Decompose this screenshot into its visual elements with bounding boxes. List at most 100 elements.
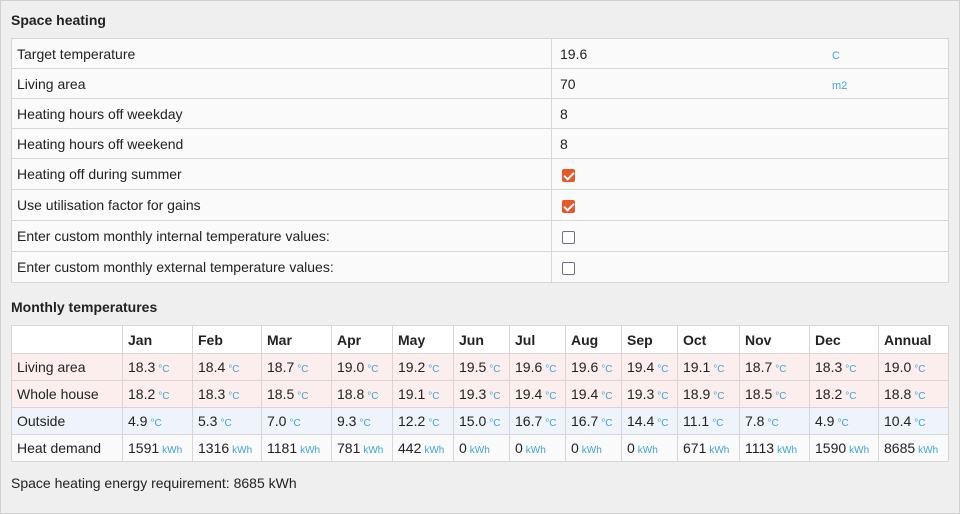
monthly-cell: 18.7 °C	[261, 353, 332, 381]
cell-value: 1591	[128, 440, 160, 456]
cell-value: 19.0	[337, 359, 365, 375]
custom-internal-temp-checkbox[interactable]	[562, 230, 575, 244]
heating-hours-weekend-input[interactable]: 8	[560, 136, 568, 152]
cell-value: 18.7	[745, 359, 773, 375]
monthly-cell: 14.4 °C	[621, 407, 678, 435]
utilisation-factor-checkbox[interactable]	[562, 199, 575, 213]
row-heating-hours-weekend: Heating hours off weekend 8	[11, 128, 949, 159]
living-area-input[interactable]: 70	[560, 76, 576, 92]
cell-value: 5.3	[198, 413, 218, 429]
cell-value: 19.2	[398, 359, 426, 375]
monthly-cell: 4.9 °C	[122, 407, 193, 435]
cell-value: 14.4	[627, 413, 655, 429]
cell-unit: °C	[428, 418, 440, 429]
cell-unit: kWh	[918, 445, 939, 456]
cell-value: 19.3	[627, 386, 655, 402]
cell-value: 7.0	[267, 413, 287, 429]
cell-value: 1316	[198, 440, 230, 456]
cell-unit: °C	[297, 364, 309, 375]
monthly-cell: 0 kWh	[453, 434, 510, 462]
monthly-cell: 19.6 °C	[509, 353, 566, 381]
monthly-cell: 19.0 °C	[878, 353, 949, 381]
cell-value: 19.6	[571, 359, 599, 375]
monthly-cell: 16.7 °C	[565, 407, 622, 435]
monthly-cell: 19.3 °C	[453, 380, 510, 408]
cell-value: 7.8	[745, 413, 765, 429]
row-label: Living area	[11, 353, 123, 381]
monthly-cell: 0 kWh	[621, 434, 678, 462]
column-header-oct: Oct	[677, 325, 740, 354]
cell-unit: kWh	[469, 445, 490, 456]
monthly-cell: 8685 kWh	[878, 434, 949, 462]
cell-unit: °C	[428, 391, 440, 402]
cell-unit: °C	[712, 418, 724, 429]
cell-unit: °C	[289, 418, 301, 429]
label-custom-internal-temp: Enter custom monthly internal temperatur…	[11, 220, 552, 252]
cell-unit: kWh	[777, 445, 798, 456]
monthly-cell: 18.3 °C	[122, 353, 193, 381]
cell-value: 19.6	[515, 359, 543, 375]
target-temperature-input[interactable]: 19.6	[560, 46, 587, 62]
cell-value: 19.4	[571, 386, 599, 402]
heating-hours-weekday-input[interactable]: 8	[560, 106, 568, 122]
monthly-cell: 19.3 °C	[621, 380, 678, 408]
column-header-jun: Jun	[453, 325, 510, 354]
cell-value: 442	[398, 440, 422, 456]
cell-value: 781	[337, 440, 361, 456]
cell-value: 18.5	[267, 386, 295, 402]
column-header-blank	[11, 325, 123, 354]
cell-unit: °C	[228, 364, 240, 375]
monthly-cell: 1113 kWh	[739, 434, 810, 462]
cell-unit: kWh	[637, 445, 658, 456]
column-header-mar: Mar	[261, 325, 332, 354]
cell-unit: °C	[657, 418, 669, 429]
row-custom-external-temp: Enter custom monthly external temperatur…	[11, 251, 949, 283]
cell-unit: °C	[367, 391, 379, 402]
row-heating-off-summer: Heating off during summer	[11, 158, 949, 190]
row-label: Whole house	[11, 380, 123, 408]
monthly-cell: 18.8 °C	[878, 380, 949, 408]
cell-unit: °C	[914, 391, 926, 402]
cell-unit: °C	[297, 391, 309, 402]
monthly-cell: 1591 kWh	[122, 434, 193, 462]
cell-unit: °C	[489, 391, 501, 402]
cell-unit: °C	[601, 364, 613, 375]
monthly-cell: 4.9 °C	[809, 407, 879, 435]
monthly-cell: 1181 kWh	[261, 434, 332, 462]
label-utilisation-factor: Use utilisation factor for gains	[11, 189, 552, 221]
cell-value: 8685	[884, 440, 916, 456]
monthly-cell: 18.5 °C	[739, 380, 810, 408]
monthly-cell: 15.0 °C	[453, 407, 510, 435]
monthly-cell: 18.5 °C	[261, 380, 332, 408]
row-utilisation-factor: Use utilisation factor for gains	[11, 189, 949, 221]
monthly-cell: 18.2 °C	[809, 380, 879, 408]
custom-external-temp-checkbox[interactable]	[562, 261, 575, 275]
monthly-cell: 19.4 °C	[509, 380, 566, 408]
monthly-temperatures-table: Jan Feb Mar Apr May Jun Jul Aug Sep Oct Nov Dec Annu…	[11, 325, 949, 462]
label-living-area: Living area	[11, 68, 552, 99]
heating-off-summer-checkbox[interactable]	[562, 168, 575, 182]
cell-unit: kWh	[709, 445, 730, 456]
cell-value: 0	[459, 440, 467, 456]
cell-value: 18.2	[128, 386, 156, 402]
cell-value: 18.3	[198, 386, 226, 402]
unit-m2: m2	[832, 80, 848, 92]
cell-value: 18.8	[337, 386, 365, 402]
row-label: Heat demand	[11, 434, 123, 462]
section-title-space-heating: Space heating	[11, 12, 106, 28]
cell-unit: kWh	[363, 445, 384, 456]
cell-value: 10.4	[884, 413, 912, 429]
monthly-row-living-area: Living area 18.3 °C 18.4 °C 18.7 °C 19.0 °C 19.2 °…	[11, 353, 949, 381]
cell-unit: °C	[158, 364, 170, 375]
cell-value: 1590	[815, 440, 847, 456]
cell-value: 19.0	[884, 359, 912, 375]
cell-unit: °C	[775, 364, 787, 375]
cell-unit: kWh	[300, 445, 321, 456]
label-heating-hours-weekend: Heating hours off weekend	[11, 128, 552, 159]
monthly-cell: 19.4 °C	[621, 353, 678, 381]
row-custom-internal-temp: Enter custom monthly internal temperatur…	[11, 220, 949, 252]
cell-unit: °C	[845, 364, 857, 375]
cell-unit: °C	[228, 391, 240, 402]
cell-value: 4.9	[815, 413, 835, 429]
monthly-cell: 10.4 °C	[878, 407, 949, 435]
